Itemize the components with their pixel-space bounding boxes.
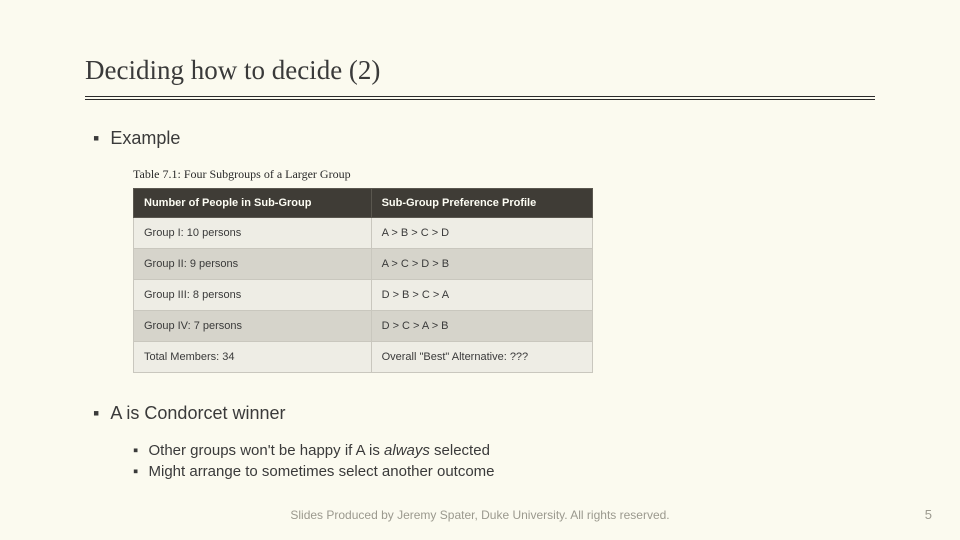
col-header-profile: Sub-Group Preference Profile [371,189,592,218]
slide: Deciding how to decide (2) Example Table… [0,0,960,540]
winner-text-pre: A is [110,403,144,423]
bullet-sub2: Might arrange to sometimes select anothe… [133,463,875,480]
slide-title: Deciding how to decide (2) [85,55,875,100]
cell: Group IV: 7 persons [134,311,372,342]
cell: Group II: 9 persons [134,249,372,280]
col-header-number: Number of People in Sub-Group [134,189,372,218]
cell: A > C > D > B [371,249,592,280]
cell: Group III: 8 persons [134,280,372,311]
cell: Overall "Best" Alternative: ??? [371,342,592,373]
sub1-post: selected [430,442,490,459]
cell: Group I: 10 persons [134,218,372,249]
bullet-winner: A is Condorcet winner [93,403,875,424]
table-row: Group I: 10 persons A > B > C > D [134,218,593,249]
footer-text: Slides Produced by Jeremy Spater, Duke U… [0,508,960,522]
winner-section: A is Condorcet winner Other groups won't… [85,403,875,480]
sub1-pre: Other groups won't be happy if A is [149,442,385,459]
table-row: Total Members: 34 Overall "Best" Alterna… [134,342,593,373]
table-row: Group II: 9 persons A > C > D > B [134,249,593,280]
table-row: Group IV: 7 persons D > C > A > B [134,311,593,342]
sub1-italic: always [384,442,430,459]
winner-text-post: Condorcet winner [144,403,285,423]
page-number: 5 [925,507,932,522]
bullet-sub1: Other groups won't be happy if A is alwa… [133,442,875,459]
cell: D > B > C > A [371,280,592,311]
table-container: Table 7.1: Four Subgroups of a Larger Gr… [133,167,593,373]
table-header-row: Number of People in Sub-Group Sub-Group … [134,189,593,218]
table-caption: Table 7.1: Four Subgroups of a Larger Gr… [133,167,593,182]
subgroup-table: Number of People in Sub-Group Sub-Group … [133,188,593,373]
cell: A > B > C > D [371,218,592,249]
bullet-example: Example [93,128,875,149]
cell: Total Members: 34 [134,342,372,373]
table-row: Group III: 8 persons D > B > C > A [134,280,593,311]
cell: D > C > A > B [371,311,592,342]
